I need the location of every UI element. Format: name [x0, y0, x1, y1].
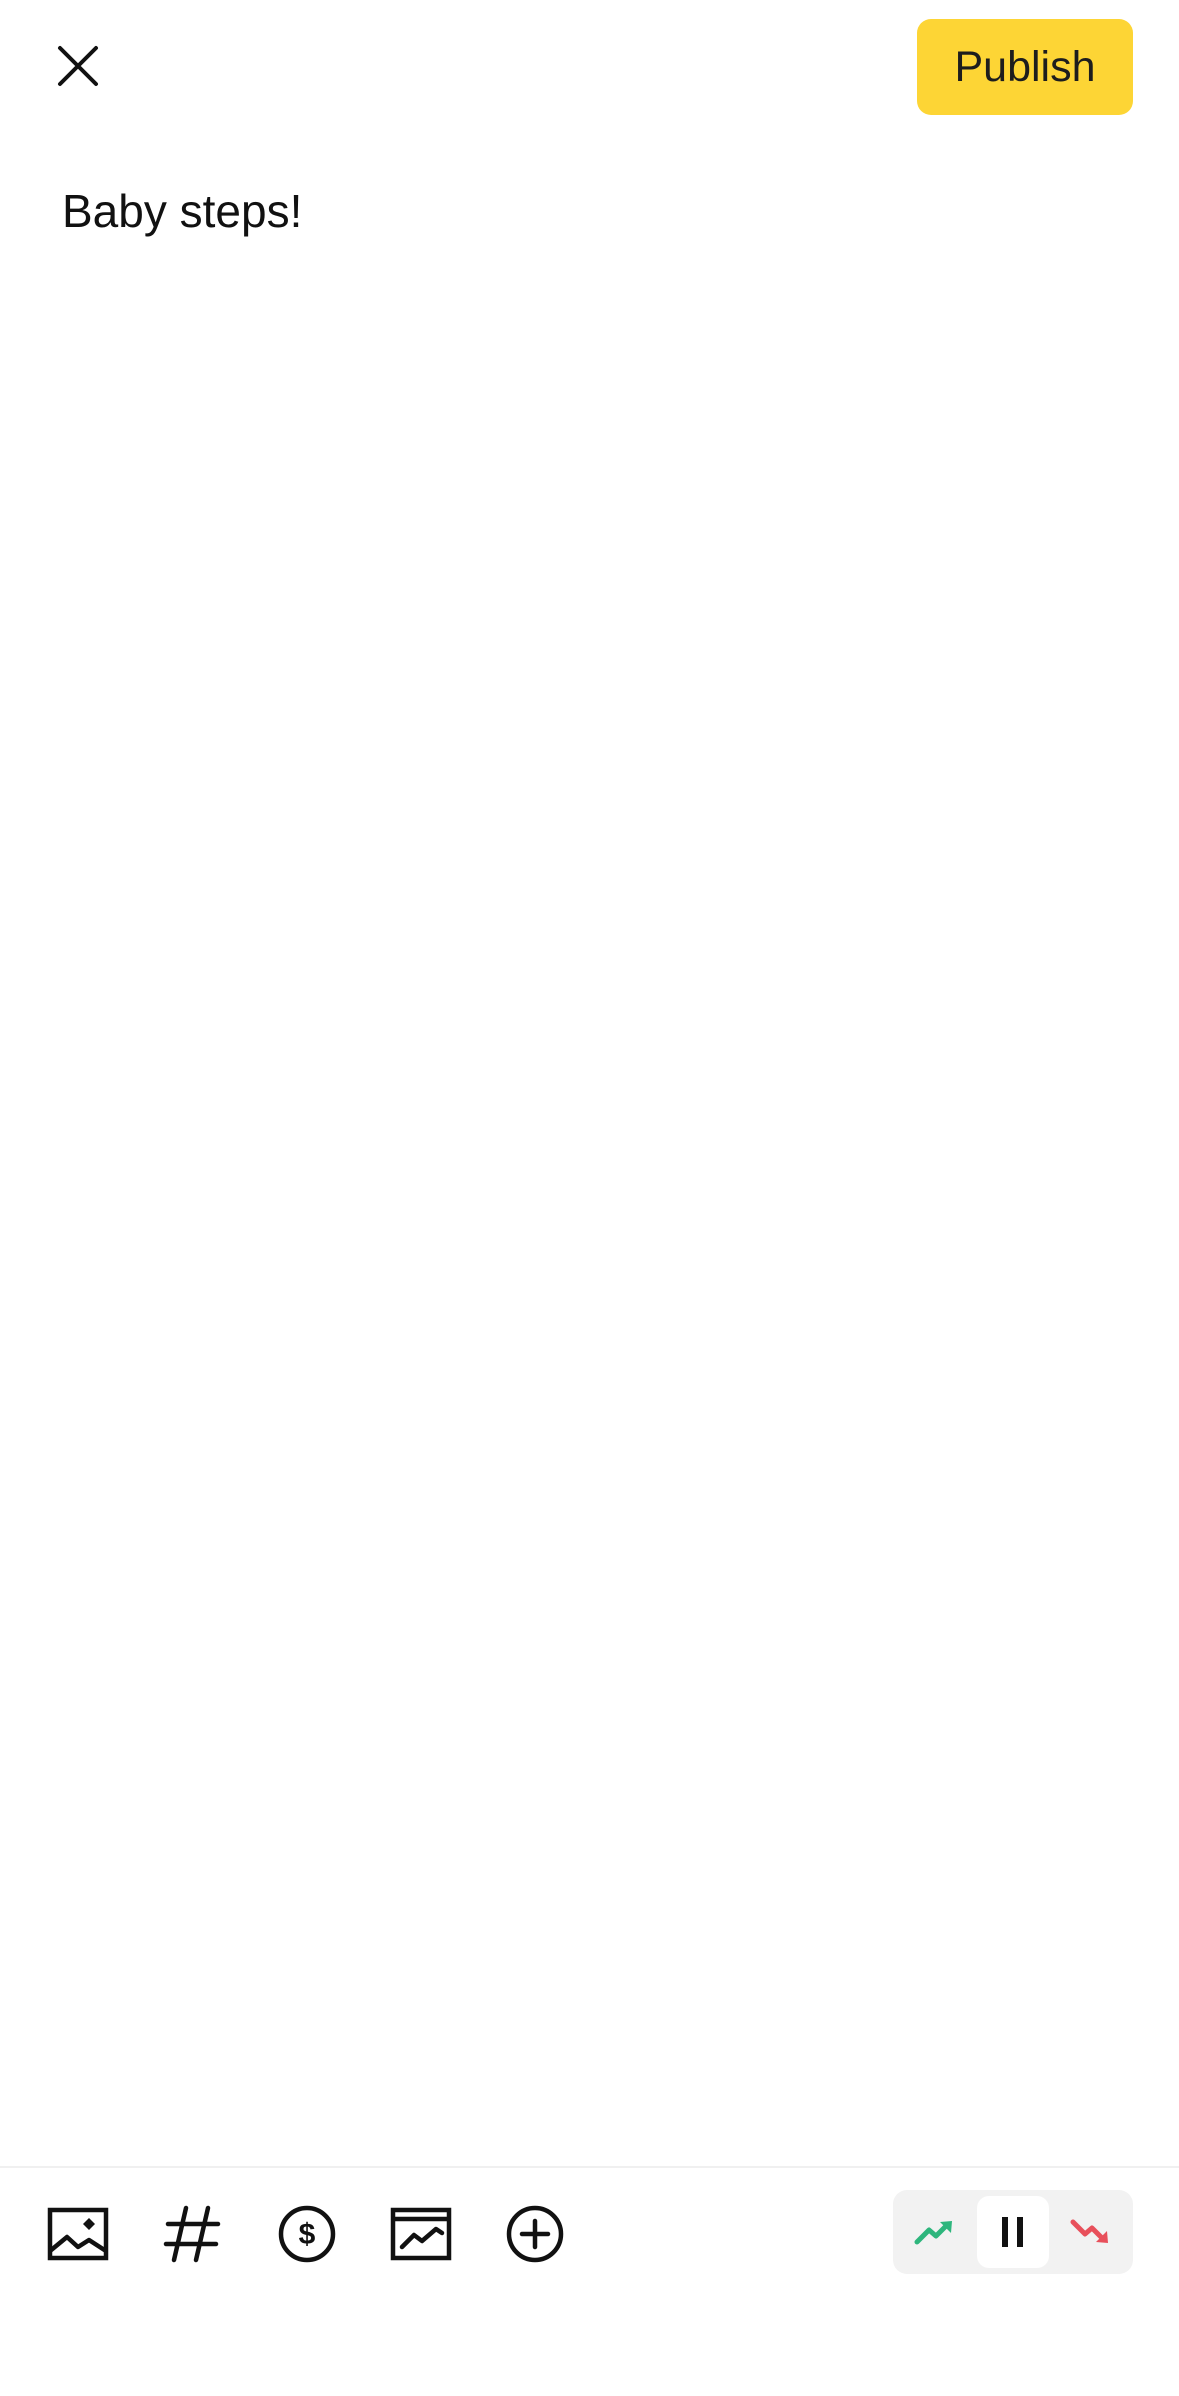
hashtag-icon [163, 2205, 221, 2263]
trend-down-icon [1070, 2219, 1108, 2243]
chart-icon [390, 2207, 452, 2261]
sentiment-selector [893, 2190, 1133, 2274]
hashtag-button[interactable] [157, 2199, 227, 2269]
svg-text:$: $ [299, 2218, 316, 2251]
post-text-area[interactable]: Baby steps! [62, 178, 1122, 244]
publish-button[interactable]: Publish [917, 19, 1133, 115]
neutral-option[interactable] [977, 2196, 1049, 2268]
cashtag-button[interactable]: $ [272, 2199, 342, 2269]
dollar-icon: $ [278, 2205, 336, 2263]
compose-toolbar: $ [0, 2168, 1179, 2293]
add-image-button[interactable] [43, 2199, 113, 2269]
bearish-option[interactable] [1055, 2196, 1127, 2268]
pause-icon [1002, 2217, 1023, 2247]
close-icon [58, 46, 98, 86]
image-icon [47, 2207, 109, 2261]
trend-up-icon [914, 2221, 952, 2245]
bullish-option[interactable] [899, 2196, 971, 2268]
top-bar: Publish [0, 0, 1179, 130]
add-chart-button[interactable] [386, 2199, 456, 2269]
more-options-button[interactable] [500, 2199, 570, 2269]
add-icon [506, 2205, 564, 2263]
close-button[interactable] [48, 36, 108, 96]
